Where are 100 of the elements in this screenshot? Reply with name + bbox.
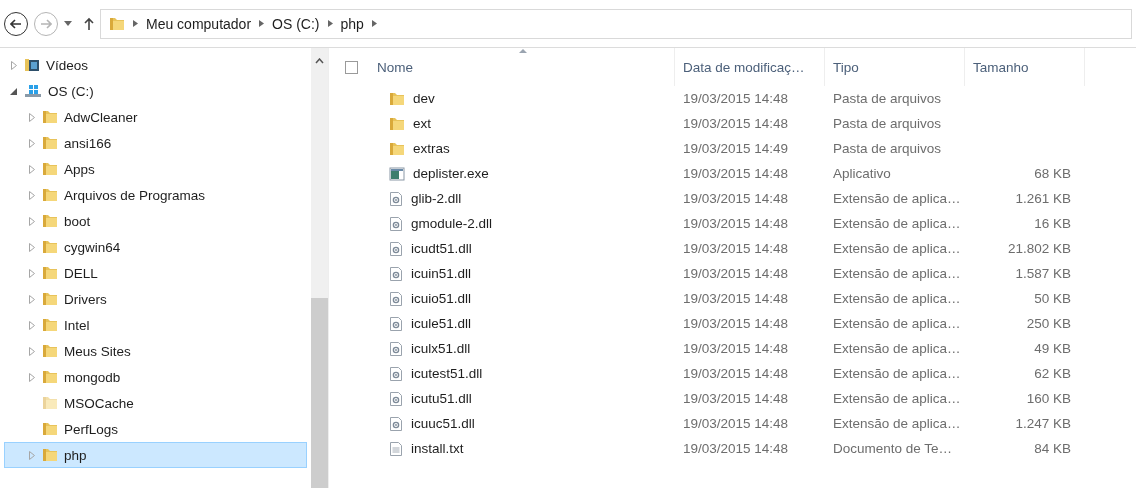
scrollbar-thumb[interactable] xyxy=(311,298,328,488)
scrollbar[interactable] xyxy=(311,48,328,488)
file-name[interactable]: icuin51.dll xyxy=(369,261,675,286)
library-file-icon xyxy=(389,290,403,307)
column-header[interactable]: Tamanho xyxy=(965,48,1085,86)
file-name[interactable]: iculx51.dll xyxy=(369,336,675,361)
column-header[interactable]: Data de modificaç… xyxy=(675,48,825,86)
table-cell-text: 19/03/2015 14:48 xyxy=(682,415,790,433)
file-name[interactable]: ext xyxy=(369,111,675,136)
breadcrumb-item[interactable]: OS (C:) xyxy=(272,15,320,32)
file-name[interactable]: icuio51.dll xyxy=(369,286,675,311)
tree-item[interactable]: cygwin64 xyxy=(4,234,307,260)
file-name[interactable]: icule51.dll xyxy=(369,311,675,336)
scroll-up-icon[interactable] xyxy=(315,58,324,64)
table-cell-text: Extensão de aplica… xyxy=(832,365,962,383)
library-file-icon xyxy=(389,365,403,382)
chevron-icon[interactable] xyxy=(327,20,333,27)
file-name[interactable]: icutest51.dll xyxy=(369,361,675,386)
expand-icon[interactable] xyxy=(28,138,35,148)
file-name[interactable]: install.txt xyxy=(369,436,675,461)
file-name[interactable]: icudt51.dll xyxy=(369,236,675,261)
up-arrow-icon[interactable] xyxy=(84,17,94,30)
tree-item[interactable]: Drivers xyxy=(4,286,307,312)
file-name[interactable]: icuuc51.dll xyxy=(369,411,675,436)
table-cell-text: 1.247 KB xyxy=(1014,415,1072,433)
table-cell-text: Extensão de aplica… xyxy=(832,340,962,358)
table-cell-text: Extensão de aplica… xyxy=(832,290,962,308)
expand-icon[interactable] xyxy=(28,346,35,356)
file-name[interactable]: extras xyxy=(369,136,675,161)
expand-icon[interactable] xyxy=(28,242,35,252)
tree-item[interactable]: AdwCleaner xyxy=(4,104,307,130)
table-cell-text: Documento de Te… xyxy=(832,440,954,458)
folder-icon xyxy=(42,448,58,462)
folder-icon xyxy=(42,370,58,384)
collapse-icon[interactable] xyxy=(10,87,17,95)
library-file-icon xyxy=(389,340,403,357)
folder-icon xyxy=(389,141,405,156)
library-file-icon xyxy=(389,215,403,232)
table-cell-text: 19/03/2015 14:48 xyxy=(682,115,790,133)
tree-item[interactable]: Meus Sites xyxy=(4,338,307,364)
tree-item[interactable]: Vídeos xyxy=(4,52,307,78)
table-cell-text: 68 KB xyxy=(1033,165,1072,183)
column-header[interactable]: Nome xyxy=(369,48,675,86)
file-name[interactable]: glib-2.dll xyxy=(369,186,675,211)
expand-icon[interactable] xyxy=(28,164,35,174)
table-cell-text: 19/03/2015 14:48 xyxy=(682,365,790,383)
library-file-icon xyxy=(389,265,403,282)
table-cell-text: 19/03/2015 14:48 xyxy=(682,190,790,208)
drive-icon xyxy=(24,84,42,98)
column-header[interactable]: Tipo xyxy=(825,48,965,86)
expand-icon[interactable] xyxy=(28,112,35,122)
address-bar[interactable]: Meu computador OS (C:) php xyxy=(100,8,1132,39)
file-name[interactable]: gmodule-2.dll xyxy=(369,211,675,236)
folder-icon xyxy=(42,292,58,306)
table-cell-text: 19/03/2015 14:48 xyxy=(682,165,790,183)
tree-item[interactable]: mongodb xyxy=(4,364,307,390)
folder-icon xyxy=(109,16,125,31)
folder-icon xyxy=(42,422,58,436)
tree-item[interactable]: Apps xyxy=(4,156,307,182)
expand-icon[interactable] xyxy=(28,268,35,278)
expand-icon[interactable] xyxy=(28,190,35,200)
table-cell-text: Extensão de aplica… xyxy=(832,240,962,258)
table-cell-text: 19/03/2015 14:48 xyxy=(682,240,790,258)
tree-item[interactable]: boot xyxy=(4,208,307,234)
tree-item[interactable]: Intel xyxy=(4,312,307,338)
tree-item[interactable]: PerfLogs xyxy=(4,416,307,442)
tree-item[interactable]: Arquivos de Programas xyxy=(4,182,307,208)
tree-item[interactable]: OS (C:) xyxy=(4,78,307,104)
chevron-icon[interactable] xyxy=(371,20,377,27)
file-name[interactable]: deplister.exe xyxy=(369,161,675,186)
expand-icon[interactable] xyxy=(28,294,35,304)
table-cell-text: 50 KB xyxy=(1033,290,1072,308)
table-cell-text: 1.261 KB xyxy=(1014,190,1072,208)
chevron-icon[interactable] xyxy=(259,20,265,27)
folder-icon xyxy=(42,188,58,202)
tree-item[interactable]: MSOCache xyxy=(4,390,307,416)
breadcrumb-item[interactable]: php xyxy=(340,15,364,32)
library-file-icon xyxy=(389,240,403,257)
file-name[interactable]: icutu51.dll xyxy=(369,386,675,411)
chevron-icon[interactable] xyxy=(133,20,138,27)
tree-item[interactable]: DELL xyxy=(4,260,307,286)
library-file-icon xyxy=(389,190,403,207)
table-cell-text: Extensão de aplica… xyxy=(832,190,962,208)
select-all-checkbox[interactable] xyxy=(345,60,358,74)
tree-item[interactable]: php xyxy=(4,442,307,468)
table-cell-text: Extensão de aplica… xyxy=(832,265,962,283)
table-cell-text: Extensão de aplica… xyxy=(832,390,962,408)
expand-icon[interactable] xyxy=(10,60,17,70)
file-name[interactable]: dev xyxy=(369,86,675,111)
expand-icon[interactable] xyxy=(28,450,35,460)
expand-icon[interactable] xyxy=(28,320,35,330)
table-cell-text: 16 KB xyxy=(1033,215,1072,233)
table-cell-text: 19/03/2015 14:48 xyxy=(682,290,790,308)
table-cell-text: 160 KB xyxy=(1025,390,1072,408)
dropdown-icon[interactable] xyxy=(64,21,72,26)
left-arrow-icon xyxy=(10,18,22,29)
breadcrumb-item[interactable]: Meu computador xyxy=(146,15,252,32)
expand-icon[interactable] xyxy=(28,372,35,382)
tree-item[interactable]: ansi166 xyxy=(4,130,307,156)
expand-icon[interactable] xyxy=(28,216,35,226)
